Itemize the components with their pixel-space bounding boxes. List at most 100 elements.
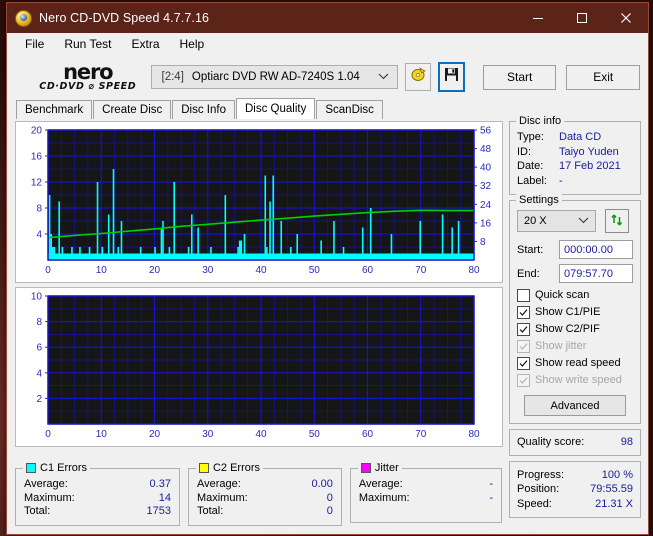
svg-text:80: 80: [468, 429, 480, 440]
chevron-down-icon: [578, 216, 589, 228]
c1-average-value: 0.37: [149, 478, 171, 490]
checkbox-show-read-speed[interactable]: Show read speed: [517, 356, 633, 371]
svg-text:10: 10: [96, 265, 108, 276]
svg-text:6: 6: [36, 343, 42, 354]
eject-disc-icon: [410, 66, 427, 88]
svg-text:2: 2: [36, 394, 42, 405]
tab-scandisc[interactable]: ScanDisc: [316, 100, 383, 119]
quality-score-label: Quality score:: [517, 436, 585, 448]
c2-color-swatch: [198, 463, 209, 473]
svg-text:70: 70: [415, 429, 427, 440]
end-label: End:: [517, 267, 540, 280]
exit-button[interactable]: Exit: [566, 64, 640, 90]
c1-errors-title: C1 Errors: [40, 462, 88, 474]
window-controls: [516, 3, 648, 33]
svg-text:12: 12: [31, 178, 43, 189]
svg-text:20: 20: [31, 126, 43, 137]
speed-select[interactable]: 20 X: [517, 210, 596, 232]
minimize-icon[interactable]: [516, 3, 560, 33]
window-title: Nero CD-DVD Speed 4.7.7.16: [39, 11, 210, 25]
tab-benchmark[interactable]: Benchmark: [16, 100, 93, 119]
disc-info-panel: Disc info Type: Data CD ID: Taiyo Yuden …: [509, 115, 641, 195]
svg-text:20: 20: [149, 265, 161, 276]
progress-row: Progress: 100 %: [517, 468, 633, 483]
c2-errors-group: C2 Errors Average: 0.00 Maximum: 0 Total…: [187, 462, 342, 526]
jitter-maximum-row: Maximum: -: [359, 492, 493, 506]
c2-average-label: Average:: [196, 478, 241, 490]
svg-text:50: 50: [309, 429, 321, 440]
quality-score-row: Quality score: 98: [517, 435, 633, 450]
checkbox-show-c2-pif[interactable]: Show C2/PIF: [517, 322, 633, 337]
disc-id-row: ID: Taiyo Yuden: [517, 145, 633, 160]
svg-text:32: 32: [480, 181, 492, 192]
toolbar: nero CD·DVD ⌀ SPEED [2:4] Optiarc DVD RW…: [7, 55, 648, 99]
content-area: 4 8 12 16 20 8 16 24 32 40 48 56 0 10 20 30 40 50 60 70 80 2…: [7, 115, 648, 534]
menu-item-help[interactable]: Help: [171, 35, 214, 53]
jitter-color-swatch: [360, 463, 371, 473]
checkbox-show-c1-pie[interactable]: Show C1/PIE: [517, 305, 633, 320]
progress-value: 100 %: [601, 468, 633, 481]
svg-text:50: 50: [309, 265, 321, 276]
c1-average-row: Average: 0.37: [24, 478, 171, 492]
svg-text:8: 8: [36, 317, 42, 328]
disc-date-row: Date: 17 Feb 2021: [517, 159, 633, 174]
c2-maximum-row: Maximum: 0: [197, 492, 333, 506]
disc-info-legend: Disc info: [516, 115, 565, 127]
jitter-maximum-value: -: [489, 491, 493, 504]
drive-select[interactable]: [2:4] Optiarc DVD RW AD-7240S 1.04: [150, 65, 399, 89]
c2-total-value: 0: [326, 505, 333, 517]
checkbox-box: [517, 374, 530, 387]
checkbox-quick-scan[interactable]: Quick scan: [517, 288, 633, 303]
menu-item-run-test[interactable]: Run Test: [55, 35, 120, 53]
c1-maximum-value: 14: [158, 491, 171, 504]
maximize-icon[interactable]: [560, 3, 604, 33]
checkbox-box: [517, 289, 530, 302]
disc-id-value: Taiyo Yuden: [559, 145, 619, 158]
c2-errors-title: C2 Errors: [212, 462, 261, 474]
tab-disc-info[interactable]: Disc Info: [172, 100, 235, 119]
svg-text:8: 8: [480, 237, 486, 248]
svg-text:40: 40: [255, 429, 267, 440]
checkbox-box: [517, 306, 530, 319]
tab-disc-quality[interactable]: Disc Quality: [236, 98, 316, 119]
logo-wordmark: nero: [63, 59, 113, 84]
menu-bar: File Run Test Extra Help: [7, 33, 648, 55]
menu-item-extra[interactable]: Extra: [122, 35, 168, 53]
logo-subtext: CD·DVD ⌀ SPEED: [39, 80, 137, 92]
advanced-button[interactable]: Advanced: [524, 395, 626, 416]
application-window: Nero CD-DVD Speed 4.7.7.16 File Run Test…: [6, 2, 649, 535]
svg-text:4: 4: [36, 230, 42, 241]
svg-text:30: 30: [202, 265, 214, 276]
svg-text:40: 40: [255, 265, 267, 276]
end-input[interactable]: 079:57.70: [559, 264, 633, 283]
settings-legend: Settings: [516, 194, 562, 206]
c2-errors-legend: C2 Errors: [195, 462, 264, 474]
start-input[interactable]: 000:00.00: [559, 240, 633, 259]
checkbox-label: Show jitter: [535, 340, 587, 352]
tab-create-disc[interactable]: Create Disc: [93, 100, 172, 119]
c2-average-value: 0.00: [311, 478, 333, 490]
disc-type-value: Data CD: [559, 131, 602, 143]
svg-text:10: 10: [96, 429, 108, 440]
jitter-legend: Jitter: [357, 462, 402, 474]
drive-name: Optiarc DVD RW AD-7240S 1.04: [191, 71, 360, 83]
c1-errors-chart: 4 8 12 16 20 8 16 24 32 40 48 56 0 10 20 30 40 50 60 70 80: [15, 121, 503, 283]
c1-total-row: Total: 1753: [24, 505, 171, 519]
start-field-row: Start: 000:00.00: [517, 240, 633, 259]
eject-disc-button[interactable]: [405, 63, 431, 91]
checkbox-box: [517, 357, 530, 370]
checkbox-show-jitter: Show jitter: [517, 339, 633, 354]
disc-label-row: Label: -: [517, 174, 633, 189]
menu-item-file[interactable]: File: [16, 35, 53, 53]
start-button[interactable]: Start: [482, 64, 557, 90]
jitter-average-row: Average: -: [359, 478, 493, 492]
refresh-speed-button[interactable]: [605, 209, 629, 233]
close-icon[interactable]: [604, 3, 648, 33]
checkbox-label: Show C1/PIE: [535, 306, 601, 318]
speed-label: Speed:: [517, 497, 552, 510]
c2-total-label: Total:: [196, 505, 224, 517]
speed-value: 21.31 X: [595, 497, 633, 510]
statistics-row: C1 Errors Average: 0.37 Maximum: 14 Tota…: [15, 462, 502, 526]
save-button[interactable]: [437, 62, 465, 92]
svg-text:20: 20: [149, 429, 161, 440]
